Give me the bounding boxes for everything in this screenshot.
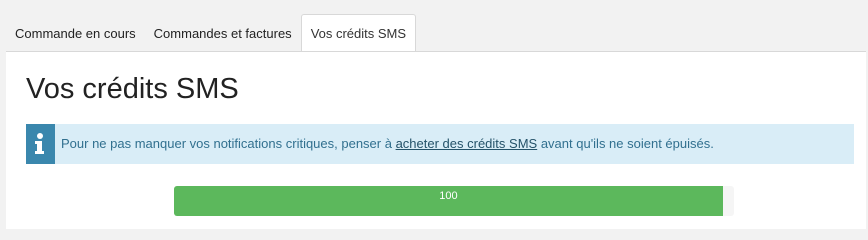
page-title: Vos crédits SMS	[26, 73, 239, 105]
content-panel: Vos crédits SMS Pour ne pas manquer vos …	[6, 51, 866, 229]
alert-message: Pour ne pas manquer vos notifications cr…	[61, 136, 714, 151]
info-alert: Pour ne pas manquer vos notifications cr…	[26, 124, 854, 164]
alert-text-before: Pour ne pas manquer vos notifications cr…	[61, 136, 396, 151]
alert-icon-box	[26, 124, 55, 164]
alert-text-after: avant qu'ils ne soient épuisés.	[537, 136, 714, 151]
buy-sms-credits-link[interactable]: acheter des crédits SMS	[396, 136, 538, 151]
tab-commande-en-cours[interactable]: Commande en cours	[6, 15, 145, 52]
tab-vos-credits-sms[interactable]: Vos crédits SMS	[300, 14, 417, 52]
progress-bar-fill: 100	[174, 186, 723, 216]
info-icon	[35, 133, 44, 154]
tab-commandes-et-factures[interactable]: Commandes et factures	[145, 15, 301, 52]
sms-credits-progress: 100	[174, 186, 734, 216]
tab-bar: Commande en cours Commandes et factures …	[6, 14, 417, 52]
